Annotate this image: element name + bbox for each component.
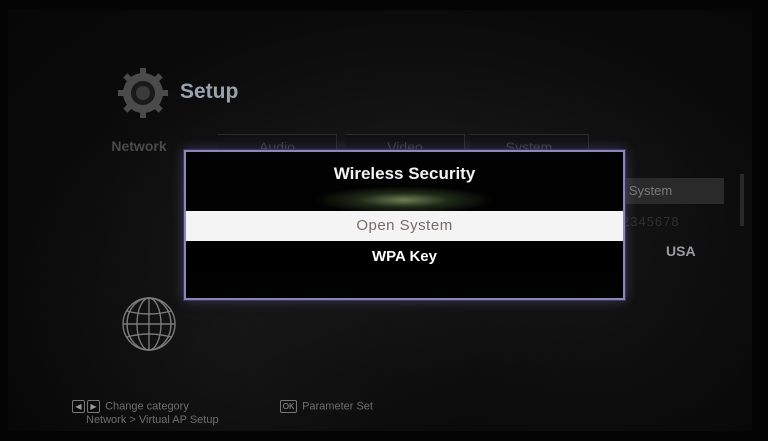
dialog-title: Wireless Security	[333, 164, 476, 183]
page-title: Setup	[180, 80, 239, 103]
region-value: USA	[666, 243, 696, 259]
ok-key-icon: OK	[280, 400, 297, 413]
left-arrow-icon: ◀	[72, 400, 85, 413]
scrollbar[interactable]	[740, 174, 744, 226]
change-category-label: Change category	[105, 400, 189, 413]
globe-icon	[120, 295, 178, 353]
title-glow	[314, 186, 494, 214]
option-wpa-key[interactable]: WPA Key	[186, 242, 623, 272]
tab-network[interactable]: Network	[94, 134, 184, 158]
breadcrumb: Network > Virtual AP Setup	[86, 414, 219, 426]
parameter-set-label: Parameter Set	[302, 400, 373, 413]
right-arrow-icon: ▶	[87, 400, 100, 413]
security-value: n System	[614, 178, 724, 204]
gear-icon	[116, 66, 170, 120]
wireless-security-dialog: Wireless Security Open System WPA Key	[184, 150, 625, 300]
change-category-hint: ◀ ▶ Change category	[72, 400, 189, 413]
option-open-system[interactable]: Open System	[186, 211, 623, 241]
tv-screen: Setup Network Audio Video System n Syste…	[8, 10, 752, 431]
key-value: 2345678	[622, 214, 680, 229]
parameter-set-hint: OK Parameter Set	[280, 400, 373, 413]
